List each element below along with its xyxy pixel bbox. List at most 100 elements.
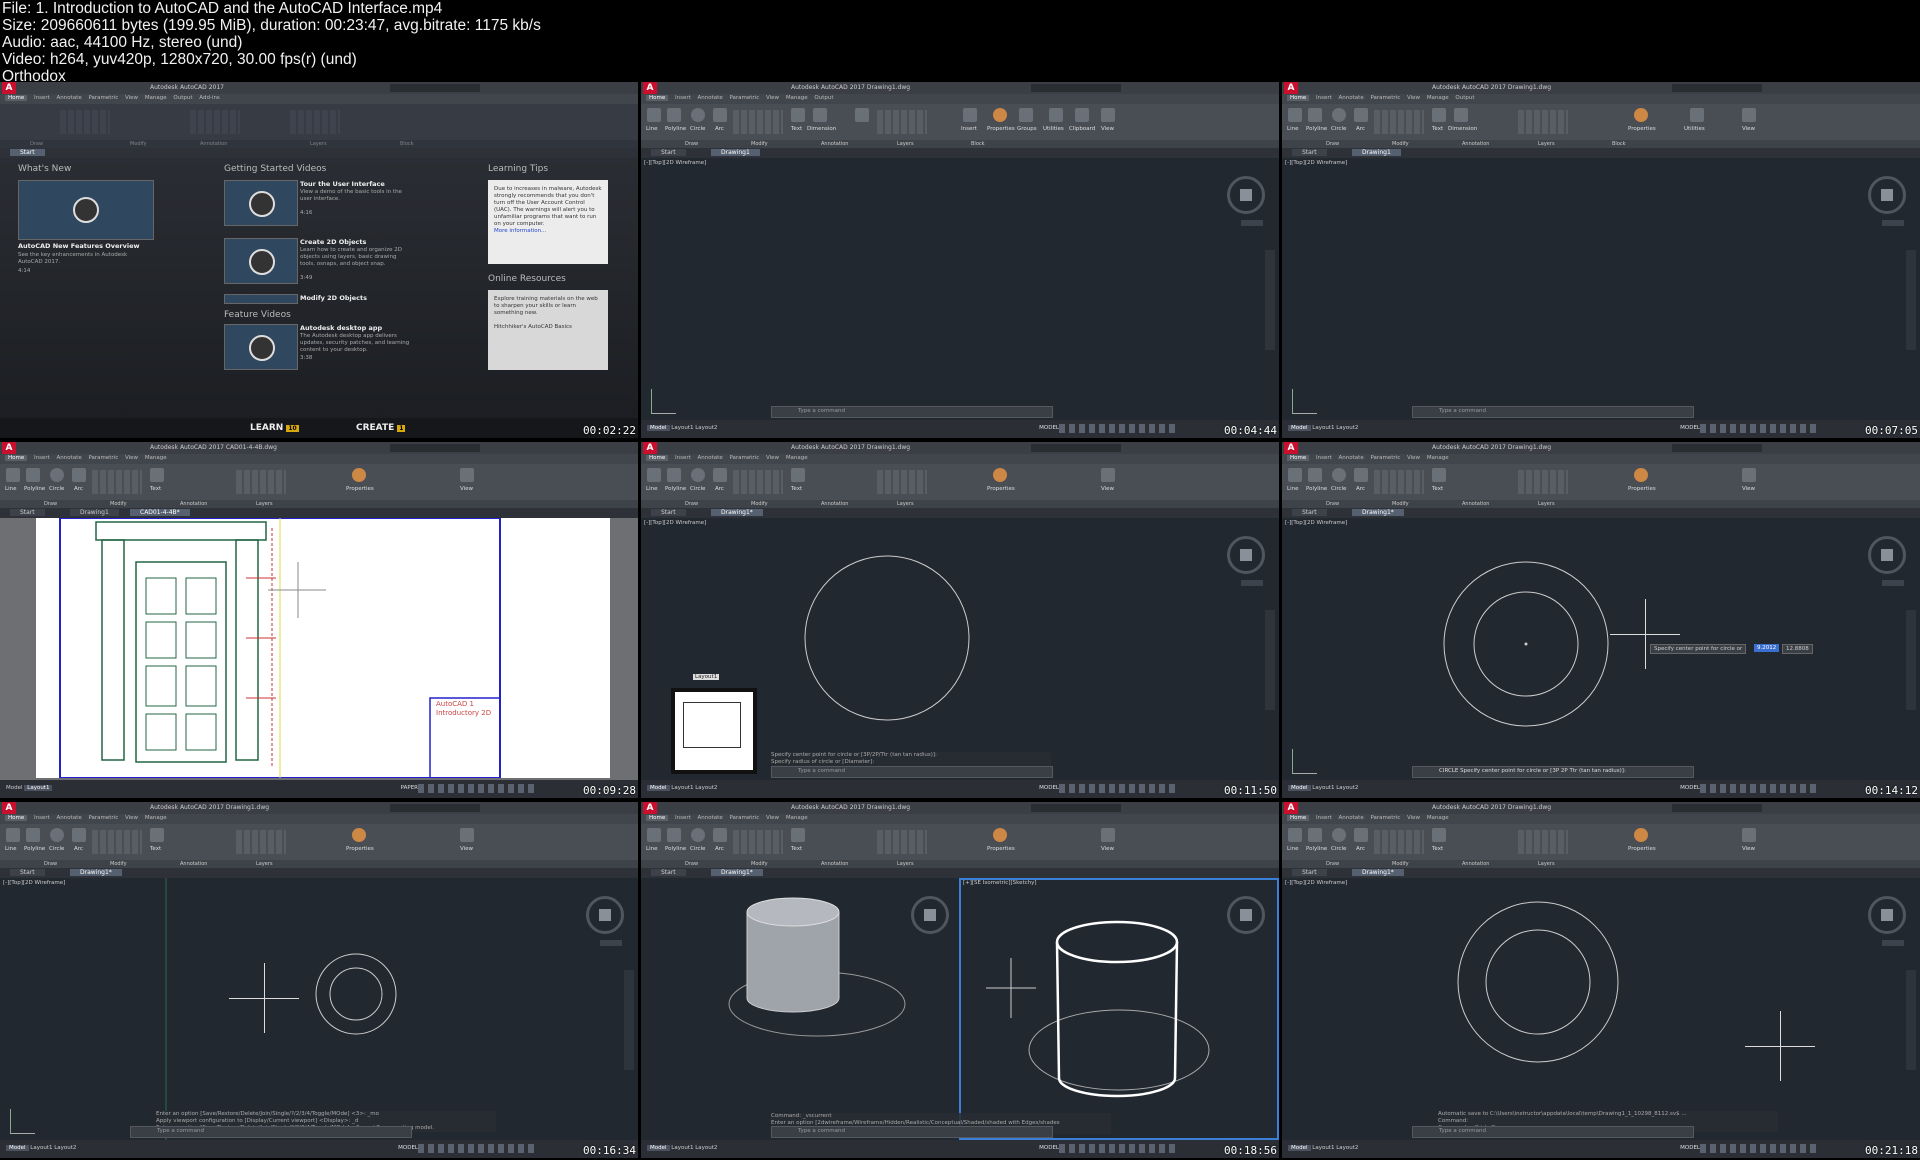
clipboard-icon[interactable] xyxy=(1075,108,1089,122)
tab-drawing[interactable]: Drawing1 xyxy=(1352,149,1401,156)
tab-parametric[interactable]: Parametric xyxy=(729,95,759,101)
search-input[interactable] xyxy=(390,804,480,812)
tab-drawing[interactable]: Drawing1* xyxy=(711,869,763,876)
tab-start[interactable]: Start xyxy=(651,149,686,156)
polyline-icon[interactable] xyxy=(667,108,681,122)
layer-properties-icon[interactable] xyxy=(855,108,869,122)
navigation-bar[interactable] xyxy=(1906,250,1916,350)
tab-parametric[interactable]: Parametric xyxy=(729,815,759,821)
view-icon[interactable] xyxy=(1742,828,1756,842)
tab-manage[interactable]: Manage xyxy=(786,455,808,461)
autocad-logo-icon[interactable]: A xyxy=(2,802,16,814)
dimension-icon[interactable] xyxy=(1454,108,1468,122)
tab-parametric[interactable]: Parametric xyxy=(1370,455,1400,461)
tab-manage[interactable]: Manage xyxy=(145,95,167,101)
line-icon[interactable] xyxy=(647,108,661,122)
tab-home[interactable]: Home xyxy=(5,95,28,101)
polyline-icon[interactable] xyxy=(1308,828,1322,842)
polyline-icon[interactable] xyxy=(667,468,681,482)
status-toggles[interactable] xyxy=(1059,784,1179,793)
tab-home[interactable]: Home xyxy=(1287,815,1310,821)
tab-insert[interactable]: Insert xyxy=(1316,815,1332,821)
tab-insert[interactable]: Insert xyxy=(675,455,691,461)
more-info-link[interactable]: More information... xyxy=(494,228,546,234)
tab-annotate[interactable]: Annotate xyxy=(698,95,723,101)
tab-insert[interactable]: Insert xyxy=(675,95,691,101)
polyline-icon[interactable] xyxy=(667,828,681,842)
tab-insert[interactable]: Insert xyxy=(1316,455,1332,461)
tab-layout2[interactable]: Layout2 xyxy=(1336,1145,1358,1151)
tab-home[interactable]: Home xyxy=(646,815,669,821)
text-icon[interactable] xyxy=(1432,108,1446,122)
play-icon[interactable] xyxy=(73,197,99,223)
wcs-menu[interactable] xyxy=(1882,220,1904,226)
polyline-icon[interactable] xyxy=(1308,468,1322,482)
video-title[interactable]: AutoCAD New Features Overview xyxy=(18,242,140,250)
tab-parametric[interactable]: Parametric xyxy=(88,95,118,101)
tab-start[interactable]: Start xyxy=(10,869,45,876)
arc-icon[interactable] xyxy=(72,468,86,482)
tab-model[interactable]: Model xyxy=(1288,785,1311,791)
text-icon[interactable] xyxy=(791,828,805,842)
command-line[interactable]: Type a command xyxy=(1412,1126,1694,1138)
tab-view[interactable]: View xyxy=(1407,815,1420,821)
tab-model[interactable]: Model xyxy=(6,1145,29,1151)
autocad-logo-icon[interactable]: A xyxy=(2,82,16,94)
line-icon[interactable] xyxy=(647,828,661,842)
circle-icon[interactable] xyxy=(50,828,64,842)
layout-preview[interactable] xyxy=(671,688,757,774)
viewport-controls[interactable]: [-][Top][2D Wireframe] xyxy=(1285,160,1347,166)
tab-manage[interactable]: Manage xyxy=(1427,455,1449,461)
drawing-canvas[interactable]: [-][Top][2D Wireframe] xyxy=(1282,158,1920,420)
command-line[interactable]: Type a command xyxy=(771,406,1053,418)
video-thumbnail[interactable] xyxy=(224,324,298,370)
tab-annotate[interactable]: Annotate xyxy=(57,95,82,101)
command-line[interactable]: Type a command xyxy=(771,766,1053,778)
model-space-indicator[interactable]: MODEL xyxy=(398,1145,418,1151)
search-input[interactable] xyxy=(1031,444,1121,452)
tab-layout1[interactable]: Layout1 xyxy=(1312,1145,1334,1151)
tab-drawing[interactable]: Drawing1* xyxy=(1352,869,1404,876)
insert-icon[interactable] xyxy=(963,108,977,122)
tab-layout2[interactable]: Layout2 xyxy=(1336,785,1358,791)
tab-model[interactable]: Model xyxy=(647,785,670,791)
coord-x-input[interactable]: 9.2012 xyxy=(1754,644,1780,652)
video-title[interactable]: Create 2D Objects xyxy=(300,238,366,246)
polyline-icon[interactable] xyxy=(1308,108,1322,122)
command-line[interactable]: Type a command xyxy=(130,1126,412,1138)
utilities-icon[interactable] xyxy=(1690,108,1704,122)
text-icon[interactable] xyxy=(791,468,805,482)
tab-manage[interactable]: Manage xyxy=(145,455,167,461)
model-space-indicator[interactable]: MODEL xyxy=(1680,1145,1700,1151)
polyline-icon[interactable] xyxy=(26,828,40,842)
properties-icon[interactable] xyxy=(993,828,1007,842)
tab-drawing[interactable]: Drawing1* xyxy=(711,509,763,516)
tab-manage[interactable]: Manage xyxy=(1427,815,1449,821)
properties-icon[interactable] xyxy=(993,108,1007,122)
search-input[interactable] xyxy=(1672,444,1762,452)
tab-start[interactable]: Start xyxy=(10,509,45,516)
tab-start[interactable]: Start xyxy=(651,869,686,876)
coord-y-input[interactable]: 12.8808 xyxy=(1782,644,1813,654)
tab-annotate[interactable]: Annotate xyxy=(698,455,723,461)
autocad-logo-icon[interactable]: A xyxy=(1284,82,1298,94)
tab-annotate[interactable]: Annotate xyxy=(57,455,82,461)
tab-layout1[interactable]: Layout1 xyxy=(671,785,693,791)
tab-manage[interactable]: Manage xyxy=(145,815,167,821)
model-space-indicator[interactable]: MODEL xyxy=(1039,785,1059,791)
tab-annotate[interactable]: Annotate xyxy=(698,815,723,821)
video-thumbnail[interactable] xyxy=(224,294,298,304)
whats-new-video[interactable] xyxy=(18,180,154,240)
properties-icon[interactable] xyxy=(1634,108,1648,122)
autocad-logo-icon[interactable]: A xyxy=(1284,802,1298,814)
autocad-logo-icon[interactable]: A xyxy=(643,82,657,94)
tab-annotate[interactable]: Annotate xyxy=(57,815,82,821)
tab-start[interactable]: Start xyxy=(1292,509,1327,516)
tab-insert[interactable]: Insert xyxy=(34,815,50,821)
drawing-canvas[interactable]: [-][Top][2D Wireframe] Specify center po… xyxy=(1282,518,1920,780)
viewport-controls[interactable]: [-][Top][2D Wireframe] xyxy=(644,160,706,166)
drawing-canvas[interactable]: [-][Top][2D Wireframe] xyxy=(641,158,1279,420)
tab-parametric[interactable]: Parametric xyxy=(1370,95,1400,101)
circle-icon[interactable] xyxy=(691,468,705,482)
arc-icon[interactable] xyxy=(1354,828,1368,842)
